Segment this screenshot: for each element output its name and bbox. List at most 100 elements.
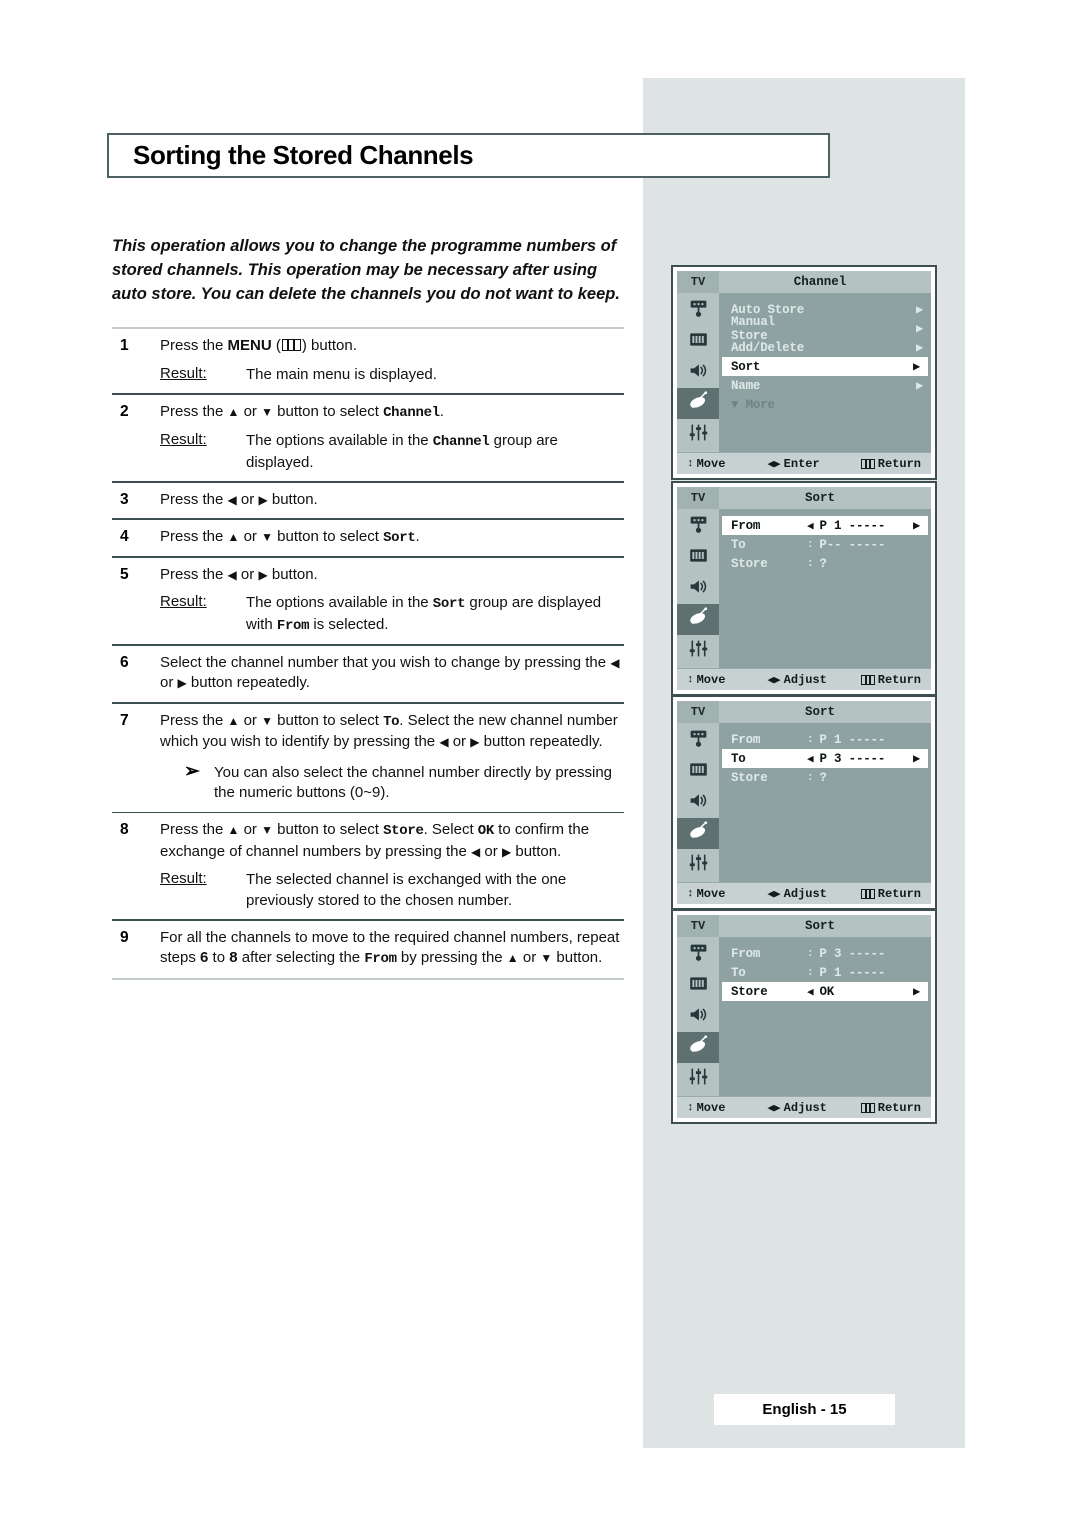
osd-source-badge: TV — [677, 271, 719, 293]
osd-menu-row[interactable]: Store :? — [719, 768, 931, 787]
osd-menu-row[interactable]: To : P 1 ----- — [719, 963, 931, 982]
osd-menu-list: Auto Store ▶ Manual Store ▶ Add/Delete ▶… — [719, 293, 931, 452]
osd-row-label: Store — [731, 770, 768, 785]
osd-rail-speaker-icon[interactable] — [677, 787, 719, 818]
osd-right-caret[interactable]: ▶ — [913, 751, 920, 766]
osd-rail-satellite-dish-icon[interactable] — [677, 604, 719, 635]
osd-row-label: Add/Delete — [731, 340, 805, 355]
osd-rail-tuner-icon[interactable] — [677, 511, 719, 542]
note-text: You can also select the channel number d… — [214, 763, 613, 802]
osd-right-caret[interactable]: ▶ — [916, 302, 923, 317]
osd-menu-row[interactable]: From : P 1 ----- — [719, 730, 931, 749]
osd-menu-list: From ◀ P 1 ----- ▶ To : P-- ----- Store :? — [719, 509, 931, 668]
step-text-part: button. — [511, 842, 562, 860]
down-arrow-icon: ▼ — [261, 404, 273, 419]
picture-icon — [688, 759, 709, 785]
equalizer-icon — [688, 638, 709, 664]
osd-left-caret[interactable]: : — [807, 772, 814, 784]
satellite-dish-icon — [688, 390, 709, 417]
osd-menu-row[interactable]: Store :? — [719, 554, 931, 573]
osd-rail-tuner-icon[interactable] — [677, 725, 719, 756]
osd-rail-picture-icon[interactable] — [677, 756, 719, 787]
osd-menu-row[interactable]: From : P 3 ----- — [719, 944, 931, 963]
osd-menu-row[interactable]: To : P-- ----- — [719, 535, 931, 554]
osd-rail-picture-icon[interactable] — [677, 326, 719, 357]
osd-footer-bar: ↕ Move ◀▶ Enter Return — [677, 452, 931, 474]
step-text-part: to — [208, 949, 230, 967]
menu-button-label: MENU — [227, 337, 272, 354]
tuner-icon — [688, 298, 709, 324]
osd-rail-tuner-icon[interactable] — [677, 939, 719, 970]
result-text: The options available in the Sort group … — [246, 593, 624, 636]
osd-rail-equalizer-icon[interactable] — [677, 635, 719, 666]
osd-row-label: Sort — [731, 359, 761, 374]
updown-arrow-icon: ↕ — [687, 673, 694, 686]
osd-rail-speaker-icon[interactable] — [677, 1001, 719, 1032]
osd-right-caret[interactable]: ▶ — [916, 321, 923, 336]
osd-menu-row[interactable]: Manual Store ▶ — [719, 315, 931, 343]
osd-left-caret[interactable]: : — [807, 539, 814, 551]
osd-row-value: P 1 ----- — [819, 518, 886, 533]
osd-rail-picture-icon[interactable] — [677, 542, 719, 573]
step-number: 6 — [120, 653, 129, 671]
osd-menu-list: From : P 3 ----- To : P 1 ----- Store ◀ OK ▶ — [719, 937, 931, 1096]
osd-left-caret[interactable]: : — [807, 558, 814, 570]
osd-source-badge: TV — [677, 701, 719, 723]
down-arrow-icon: ▼ — [261, 713, 273, 728]
step-text-part: Select the channel number that you wish … — [160, 653, 611, 671]
menu-item-ref: Store — [383, 823, 424, 840]
osd-hint-return: Return — [860, 887, 921, 901]
osd-right-caret[interactable]: ▶ — [916, 340, 923, 355]
step-text-part: or — [480, 842, 502, 860]
osd-menu-row[interactable]: Sort ▶ — [722, 357, 928, 376]
osd-rail-tuner-icon[interactable] — [677, 295, 719, 326]
equalizer-icon — [688, 852, 709, 878]
step-text-part: by pressing the — [396, 949, 507, 967]
osd-menu-row[interactable]: Name ▶ — [719, 376, 931, 395]
osd-left-caret[interactable]: ◀ — [807, 519, 814, 533]
osd-menu-row[interactable]: ▼ More — [719, 395, 931, 414]
osd-rail-satellite-dish-icon[interactable] — [677, 388, 719, 419]
osd-menu-row[interactable]: From ◀ P 1 ----- ▶ — [722, 516, 928, 535]
speaker-icon — [688, 1004, 709, 1030]
osd-rail-satellite-dish-icon[interactable] — [677, 1032, 719, 1063]
result-row: Result: The selected channel is exchange… — [160, 870, 624, 911]
osd-menu-row[interactable]: Store ◀ OK ▶ — [722, 982, 928, 1001]
osd-left-caret[interactable]: : — [807, 948, 814, 960]
osd-hint-move: ↕ Move — [687, 886, 726, 901]
step-text-part: after selecting the — [237, 949, 365, 967]
right-arrow-icon: ▶ — [177, 676, 187, 691]
osd-left-caret[interactable]: : — [807, 734, 814, 746]
osd-row-label: From — [731, 518, 761, 533]
osd-rail-equalizer-icon[interactable] — [677, 419, 719, 450]
osd-footer-bar: ↕ Move ◀▶ Adjust Return — [677, 668, 931, 690]
osd-right-caret[interactable]: ▶ — [913, 518, 920, 533]
osd-left-caret[interactable]: ◀ — [807, 752, 814, 766]
osd-header: TV Channel — [677, 271, 931, 293]
osd-hint-move: ↕ Move — [687, 1100, 726, 1115]
osd-menu-row[interactable]: Add/Delete ▶ — [719, 338, 931, 357]
menu-item-ref: Channel — [383, 404, 440, 421]
up-arrow-icon: ▲ — [227, 713, 240, 728]
osd-left-caret[interactable]: ◀ — [807, 985, 814, 999]
steps-list: 1 Press the MENU () button. Result: The … — [112, 327, 624, 980]
tuner-icon — [688, 942, 709, 968]
left-arrow-icon: ◀ — [610, 655, 620, 670]
osd-right-caret[interactable]: ▶ — [913, 359, 920, 374]
osd-right-caret[interactable]: ▶ — [916, 378, 923, 393]
osd-rail-equalizer-icon[interactable] — [677, 849, 719, 880]
osd-rail-equalizer-icon[interactable] — [677, 1063, 719, 1094]
osd-rail-speaker-icon[interactable] — [677, 573, 719, 604]
step-text-part: or — [448, 733, 471, 751]
osd-left-caret[interactable]: : — [807, 967, 814, 979]
osd-menu-row[interactable]: To ◀ P 3 ----- ▶ — [722, 749, 928, 768]
osd-rail-picture-icon[interactable] — [677, 970, 719, 1001]
osd-rail-satellite-dish-icon[interactable] — [677, 818, 719, 849]
step-item: 4 Press the ▲ or ▼ button to select Sort… — [112, 520, 624, 557]
osd-right-caret[interactable]: ▶ — [913, 984, 920, 999]
updown-arrow-icon: ↕ — [687, 887, 694, 900]
speaker-icon — [688, 360, 709, 386]
osd-hint-middle: ◀▶ Adjust — [767, 672, 827, 687]
step-body: Press the ▲ or ▼ button to select Sort. — [160, 527, 624, 549]
osd-rail-speaker-icon[interactable] — [677, 357, 719, 388]
